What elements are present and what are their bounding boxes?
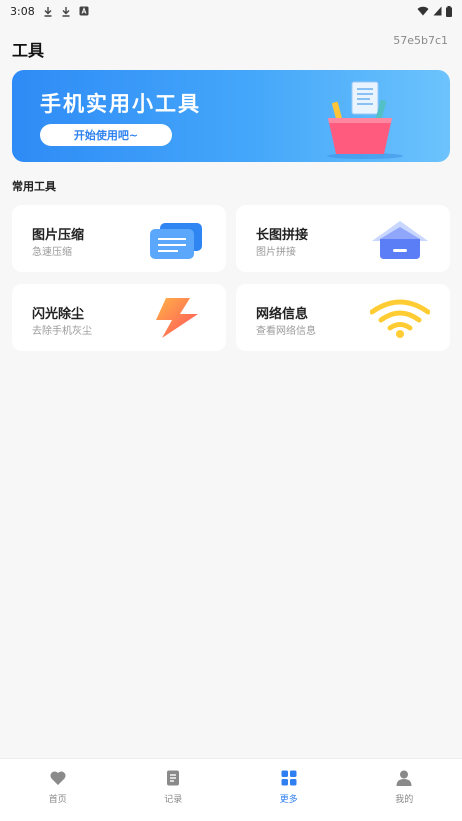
status-right (417, 5, 452, 17)
cell-signal-icon (433, 6, 442, 16)
lightning-icon (156, 298, 198, 338)
document-icon (167, 770, 180, 786)
download-icon (61, 6, 71, 17)
card-title: 网络信息 (256, 307, 309, 322)
card-title: 长图拼接 (256, 228, 309, 243)
heart-icon (50, 771, 66, 785)
header: 工具 57e5b7c1 (0, 28, 462, 64)
tool-card-flash-dust[interactable]: 闪光除尘 去除手机灰尘 (12, 284, 226, 351)
card-subtitle: 急速压缩 (32, 247, 72, 258)
device-code: 57e5b7c1 (393, 34, 448, 47)
status-bar: 3:08 (0, 0, 462, 22)
stitch-icon (372, 221, 428, 259)
card-title: 图片压缩 (32, 228, 85, 243)
section-title: 常用工具 (12, 180, 56, 193)
card-title: 闪光除尘 (32, 307, 85, 322)
pencil-cup-icon (327, 81, 403, 159)
promo-banner[interactable]: 手机实用小工具 开始使用吧~ (12, 70, 450, 162)
status-left: 3:08 (10, 5, 89, 18)
wifi-status-icon (417, 6, 429, 16)
banner-title: 手机实用小工具 (40, 92, 201, 116)
download-icon (43, 6, 53, 17)
nav-item-mine[interactable]: 我的 (347, 759, 462, 821)
nav-item-more[interactable]: 更多 (231, 759, 347, 821)
nav-item-records[interactable]: 记录 (116, 759, 232, 821)
battery-icon (446, 5, 452, 17)
wifi-icon (370, 299, 430, 338)
nav-item-home[interactable]: 首页 (0, 759, 116, 821)
page-title: 工具 (12, 41, 45, 60)
nav-label: 更多 (279, 795, 298, 805)
tool-card-long-stitch[interactable]: 长图拼接 图片拼接 (236, 205, 450, 272)
nav-label: 首页 (48, 795, 67, 805)
card-subtitle: 图片拼接 (256, 247, 296, 258)
image-compress-icon (150, 223, 202, 259)
card-subtitle: 查看网络信息 (256, 326, 316, 337)
notification-a-icon (79, 6, 89, 16)
tool-card-image-compress[interactable]: 图片压缩 急速压缩 (12, 205, 226, 272)
start-button[interactable]: 开始使用吧~ (40, 124, 172, 146)
bottom-nav: 首页 记录 更多 我的 (0, 758, 462, 821)
person-icon (396, 770, 412, 786)
nav-label: 我的 (395, 795, 414, 805)
nav-label: 记录 (164, 795, 183, 805)
tool-card-network-info[interactable]: 网络信息 查看网络信息 (236, 284, 450, 351)
status-time: 3:08 (10, 4, 35, 18)
card-subtitle: 去除手机灰尘 (32, 326, 92, 337)
grid-icon (281, 770, 297, 786)
